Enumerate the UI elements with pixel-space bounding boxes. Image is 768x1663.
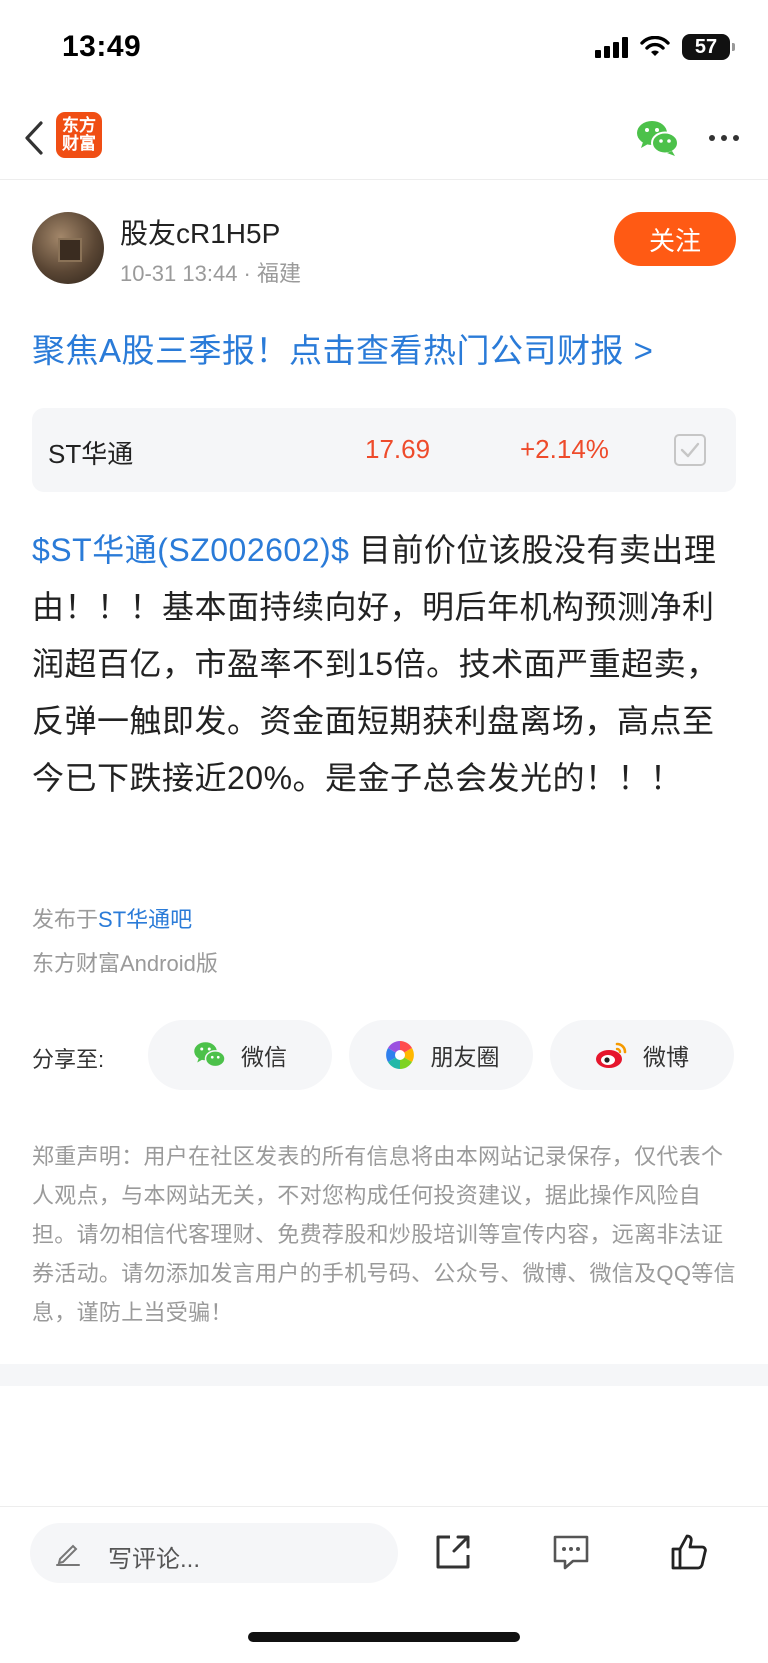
bottom-action-bar: 写评论...	[0, 1506, 768, 1596]
avatar[interactable]	[32, 212, 104, 284]
thumbs-up-icon	[671, 1534, 707, 1570]
wifi-icon	[640, 36, 670, 56]
stock-change: +2.14%	[520, 434, 609, 464]
wechat-icon	[637, 121, 679, 156]
section-divider	[0, 1364, 768, 1386]
home-indicator	[248, 1632, 520, 1642]
stock-bar-link[interactable]: ST华通吧	[98, 907, 192, 932]
disclaimer: 郑重声明：用户在社区发表的所有信息将由本网站记录保存，仅代表个人观点，与本网站无…	[32, 1144, 736, 1325]
check-icon	[680, 442, 700, 458]
source-prefix: 发布于	[32, 907, 99, 932]
comment-input[interactable]: 写评论...	[30, 1523, 398, 1583]
post-client: 东方财富Android版	[32, 951, 218, 976]
more-dot-icon	[721, 135, 727, 141]
wechat-share-button[interactable]	[636, 118, 680, 158]
share-button[interactable]	[428, 1527, 478, 1577]
promo-link[interactable]: 聚焦A股三季报！点击查看热门公司财报 >	[32, 324, 653, 372]
post-meta: 10-31 13:44 · 福建	[120, 261, 301, 286]
logo-text-top: 东方	[62, 116, 96, 136]
share-wechat-button[interactable]: 微信	[148, 1020, 332, 1090]
comments-button[interactable]	[546, 1527, 596, 1577]
chevron-left-icon	[25, 121, 43, 155]
share-row: 分享至: 微信 朋友圈 微博	[32, 1020, 736, 1090]
stock-name: ST华通	[48, 439, 134, 469]
stock-price: 17.69	[365, 434, 431, 464]
share-moments-label: 朋友圈	[430, 1044, 500, 1070]
battery-level: 57	[694, 35, 718, 58]
comment-icon	[553, 1535, 589, 1570]
weibo-icon	[595, 1038, 629, 1072]
battery-icon: 57	[682, 34, 735, 60]
share-icon	[436, 1535, 470, 1569]
share-label: 分享至:	[32, 1047, 105, 1072]
logo-text-bottom: 财富	[62, 134, 96, 154]
follow-button[interactable]: 关注	[614, 212, 736, 266]
like-button[interactable]	[664, 1527, 714, 1577]
status-bar: 13:49 57	[0, 0, 768, 96]
more-dot-icon	[733, 135, 739, 141]
add-watchlist-checkbox[interactable]	[674, 434, 706, 466]
stock-tag-link[interactable]: $ST华通(SZ002602)$	[32, 532, 349, 568]
moments-icon	[383, 1038, 417, 1072]
stock-quote-card[interactable]: ST华通 17.69 +2.14%	[32, 408, 736, 492]
share-moments-button[interactable]: 朋友圈	[349, 1020, 533, 1090]
more-options-button[interactable]	[704, 120, 744, 156]
nav-bar: 东方 财富	[0, 96, 768, 180]
post-body: $ST华通(SZ002602)$ 目前价位该股没有卖出理由！！！基本面持续向好，…	[32, 522, 738, 807]
author-row: 股友cR1H5P 10-31 13:44 · 福建 关注	[32, 210, 736, 286]
app-logo[interactable]: 东方 财富	[56, 112, 102, 158]
status-time: 13:49	[62, 30, 142, 63]
pencil-icon	[56, 1544, 80, 1566]
share-weibo-button[interactable]: 微博	[550, 1020, 734, 1090]
cellular-signal-icon	[595, 36, 628, 58]
post-source: 发布于ST华通吧	[32, 902, 192, 934]
back-button[interactable]	[14, 114, 54, 162]
author-name[interactable]: 股友cR1H5P	[120, 212, 280, 252]
status-icons: 57	[595, 34, 735, 60]
share-weibo-label: 微博	[643, 1044, 689, 1070]
share-wechat-label: 微信	[241, 1044, 287, 1070]
wechat-icon	[193, 1038, 227, 1072]
more-dot-icon	[709, 135, 715, 141]
post-text: 目前价位该股没有卖出理由！！！基本面持续向好，明后年机构预测净利润超百亿，市盈率…	[32, 532, 719, 796]
comment-placeholder: 写评论...	[108, 1546, 201, 1573]
